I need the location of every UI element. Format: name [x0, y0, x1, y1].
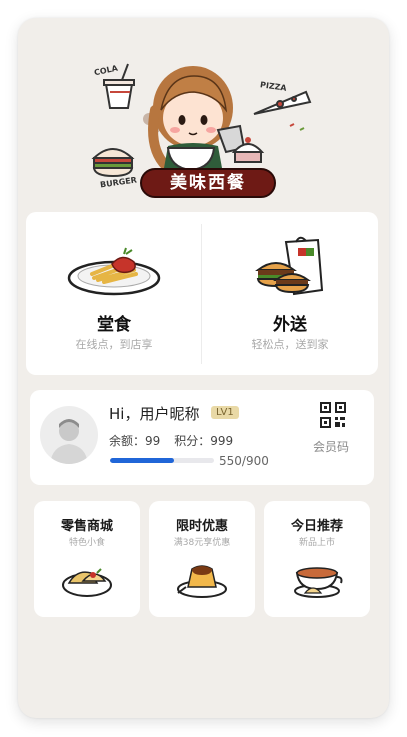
delivery-button[interactable]: 外送 轻松点，送到家: [202, 212, 378, 375]
qr-code-icon[interactable]: [320, 402, 346, 428]
points-text: 积分：999: [174, 434, 234, 448]
tile-title: 今日推荐: [290, 519, 343, 534]
tile-subtitle: 特色小食: [68, 538, 105, 548]
burger-doodle-icon: [91, 148, 135, 178]
snack-plate-icon: [62, 568, 112, 597]
tile-subtitle: 新品上市: [298, 538, 335, 548]
user-avatar-icon: [50, 419, 88, 464]
pasta-plate-icon: [67, 247, 161, 296]
brand-title: 美味西餐: [140, 168, 276, 198]
dine-in-button[interactable]: 堂食 在线点，到店享: [26, 212, 202, 375]
dine-in-subtitle: 在线点，到店享: [75, 338, 153, 351]
dine-in-title: 堂食: [97, 315, 131, 335]
balance-text: 余额：99: [109, 434, 161, 448]
delivery-title: 外送: [273, 315, 307, 335]
pudding-icon: [177, 565, 227, 598]
tile-limited-offer[interactable]: 限时优惠 满38元享优惠: [149, 501, 255, 617]
tile-subtitle: 满38元享优惠: [173, 538, 231, 548]
qr-code-label[interactable]: 会员码: [313, 438, 349, 455]
user-greeting: Hi，用户昵称: [109, 405, 200, 423]
app-screen: COLA PIZZA BURGER 美味西餐 堂食 在线点，到店享 外送 轻松点…: [18, 18, 389, 718]
pizza-slice-icon: [253, 90, 312, 131]
soup-bowl-icon: [294, 567, 343, 598]
member-card[interactable]: Hi，用户昵称 LV1 余额：99 积分：999 550/900 会员码: [30, 390, 374, 485]
level-progress-fill: [110, 458, 174, 463]
tile-title: 零售商城: [60, 519, 113, 534]
tile-today-recommend[interactable]: 今日推荐 新品上市: [264, 501, 370, 617]
level-progress-bar: [110, 458, 214, 463]
order-type-card: 堂食 在线点，到店享 外送 轻松点，送到家: [26, 212, 378, 375]
tile-retail-mall[interactable]: 零售商城 特色小食: [34, 501, 140, 617]
tile-title: 限时优惠: [175, 519, 228, 534]
burger-bag-icon: [255, 236, 324, 296]
member-stats: 余额：99 积分：999: [109, 432, 233, 449]
hero-banner: COLA PIZZA BURGER 美味西餐: [18, 18, 389, 208]
avatar[interactable]: [40, 406, 98, 464]
level-progress-text: 550/900: [219, 454, 269, 468]
delivery-subtitle: 轻松点，送到家: [251, 338, 329, 351]
level-badge: LV1: [211, 406, 239, 419]
